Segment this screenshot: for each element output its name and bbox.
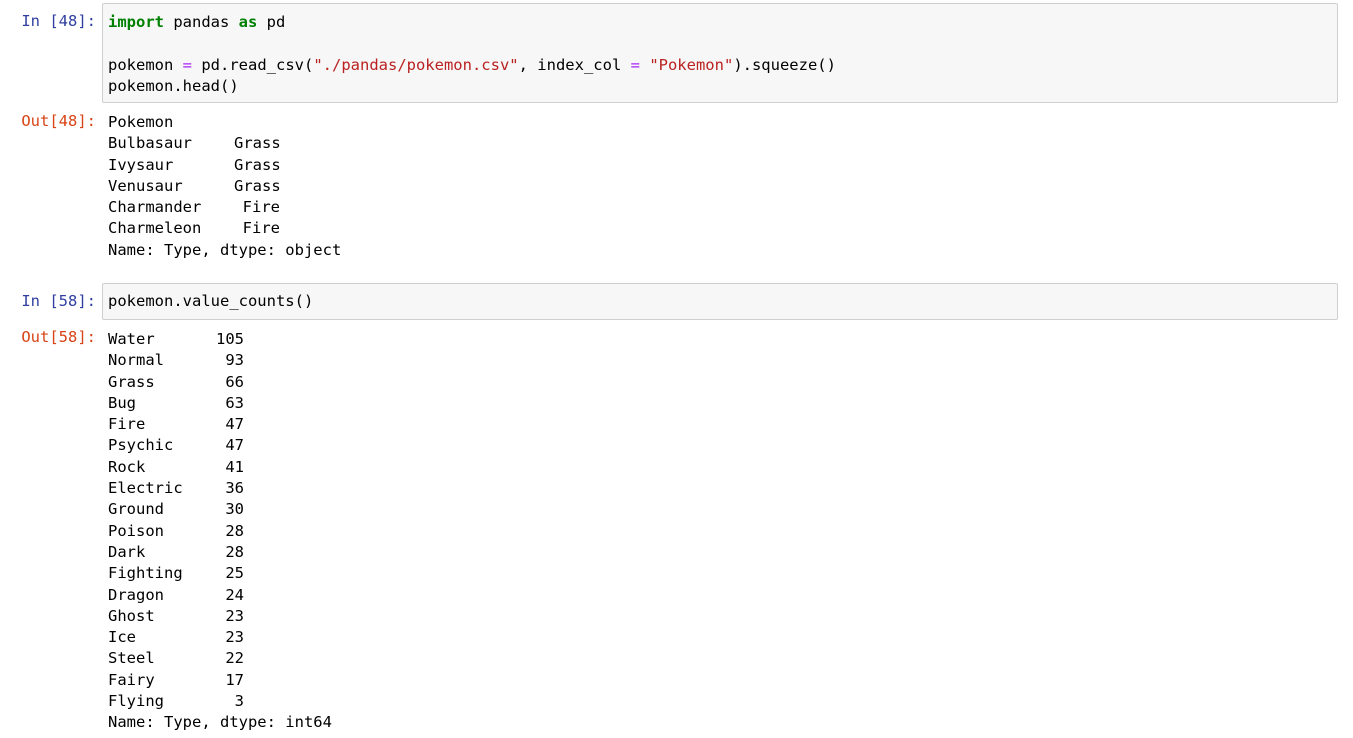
code-token: pd <box>257 13 286 31</box>
code-token: pd.read_csv( <box>192 55 314 74</box>
row-count: 41 <box>225 457 244 476</box>
row-label: Fairy <box>108 670 155 689</box>
row-count: 30 <box>225 500 244 519</box>
row-label: Charmander <box>108 198 202 217</box>
output-row: Rock 41 <box>108 457 1338 478</box>
output-row: Ice 23 <box>108 627 1338 648</box>
output-prompt-48: Out[48]: <box>21 112 96 130</box>
output-footer: Name: Type, dtype: object <box>108 240 342 259</box>
code-line-value-counts: pokemon.value_counts() <box>108 292 314 310</box>
output-area-48: Pokemon Bulbasaur Grass Ivysaur Grass Venu… <box>108 112 1338 261</box>
row-label: Ivysaur <box>108 155 174 174</box>
output-row: Water 105 <box>108 329 1338 350</box>
output-row: Flying 3 <box>108 691 1338 712</box>
output-row: Fire 47 <box>108 414 1338 435</box>
operator-token: = <box>182 55 192 74</box>
row-count: 66 <box>225 372 244 391</box>
output-footer: Name: Type, dtype: int64 <box>108 713 332 732</box>
row-value: Grass <box>234 176 281 195</box>
output-row: Dragon 24 <box>108 585 1338 606</box>
row-label: Ice <box>108 628 136 647</box>
keyword-import: import <box>108 13 164 31</box>
output-row: Steel 22 <box>108 648 1338 669</box>
keyword-as: as <box>238 13 258 31</box>
row-label: Venusaur <box>108 176 183 195</box>
string-token: "./pandas/pokemon.csv" <box>313 55 519 74</box>
row-value: Grass <box>234 134 281 153</box>
row-count: 24 <box>225 585 244 604</box>
row-label: Electric <box>108 479 183 498</box>
input-prompt-58: In [58]: <box>21 292 96 310</box>
code-token: , index_col <box>518 55 631 74</box>
row-count: 105 <box>216 330 244 348</box>
output-row: Dark 28 <box>108 542 1338 563</box>
output-row: Grass 66 <box>108 372 1338 393</box>
code-input-58[interactable]: pokemon.value_counts() <box>102 283 1338 320</box>
row-label: Rock <box>108 457 146 476</box>
code-line-import: import pandas as pd <box>108 12 1337 33</box>
row-label: Flying <box>108 692 164 711</box>
operator-token: = <box>630 55 640 74</box>
row-value: Grass <box>234 155 281 174</box>
row-count: 22 <box>225 649 244 668</box>
row-label: Steel <box>108 649 155 668</box>
output-row: Fighting 25 <box>108 563 1338 584</box>
input-prompt-48: In [48]: <box>21 12 96 30</box>
row-count: 3 <box>234 692 244 711</box>
row-value: Fire <box>242 198 280 217</box>
row-count: 28 <box>225 542 244 561</box>
row-label: Fighting <box>108 564 183 583</box>
output-row: Fairy 17 <box>108 670 1338 691</box>
code-line-head: pokemon.head() <box>108 76 239 95</box>
row-count: 23 <box>225 606 244 625</box>
row-label: Water <box>108 330 155 348</box>
row-label: Dark <box>108 542 146 561</box>
output-row: Electric 36 <box>108 478 1338 499</box>
output-row: Ivysaur Grass <box>108 155 1338 176</box>
row-count: 25 <box>225 564 244 583</box>
code-line-read-csv: pokemon = pd.read_csv("./pandas/pokemon.… <box>108 55 1337 76</box>
row-count: 47 <box>225 436 244 455</box>
output-prompt-58: Out[58]: <box>21 328 96 346</box>
output-row: Charmeleon Fire <box>108 218 1338 239</box>
row-value: Fire <box>242 219 280 238</box>
notebook-page: { "cells": [ { "in_prompt": "In [48]:", … <box>0 0 1353 738</box>
row-count: 36 <box>225 479 244 498</box>
output-header: Pokemon <box>108 113 174 131</box>
row-label: Psychic <box>108 436 174 455</box>
row-label: Poison <box>108 521 164 540</box>
row-count: 17 <box>225 670 244 689</box>
row-count: 47 <box>225 415 244 434</box>
output-area-58: Water 105 Normal 93 Grass 66 Bug 63 Fire 47 P… <box>108 329 1338 734</box>
output-row: Bulbasaur Grass <box>108 133 1338 154</box>
row-count: 28 <box>225 521 244 540</box>
row-label: Dragon <box>108 585 164 604</box>
string-token: "Pokemon" <box>649 55 734 74</box>
row-count: 63 <box>225 393 244 412</box>
output-row: Bug 63 <box>108 393 1338 414</box>
row-label: Grass <box>108 372 155 391</box>
output-row: Venusaur Grass <box>108 176 1338 197</box>
output-row: Ghost 23 <box>108 606 1338 627</box>
row-label: Bulbasaur <box>108 134 192 153</box>
output-row: Psychic 47 <box>108 435 1338 456</box>
row-label: Bug <box>108 393 136 412</box>
output-row: Ground 30 <box>108 499 1338 520</box>
code-token: pokemon <box>108 55 183 74</box>
row-label: Fire <box>108 415 146 434</box>
row-label: Ghost <box>108 606 155 625</box>
row-label: Ground <box>108 500 164 519</box>
code-token: pandas <box>164 13 239 31</box>
output-row: Charmander Fire <box>108 197 1338 218</box>
output-row: Normal 93 <box>108 350 1338 371</box>
code-input-48[interactable]: import pandas as pd pokemon = pd.read_cs… <box>102 3 1338 103</box>
row-count: 23 <box>225 628 244 647</box>
row-label: Charmeleon <box>108 219 202 238</box>
code-token: ).squeeze() <box>733 55 836 74</box>
output-row: Poison 28 <box>108 521 1338 542</box>
row-label: Normal <box>108 351 164 370</box>
row-count: 93 <box>225 351 244 370</box>
